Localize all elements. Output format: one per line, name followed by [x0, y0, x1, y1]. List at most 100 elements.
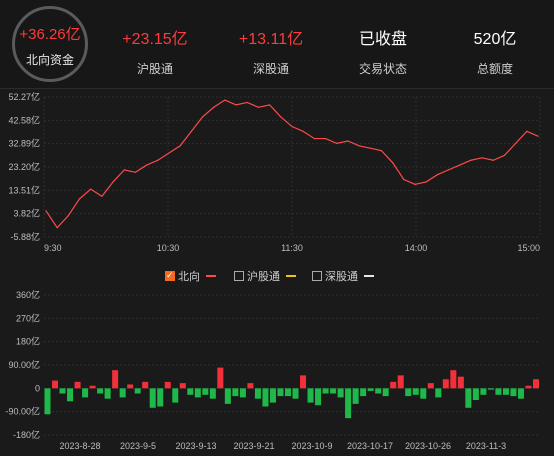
- data-point: [157, 159, 159, 161]
- y-tick-label: 180亿: [16, 336, 40, 347]
- data-point: [481, 157, 483, 159]
- data-point: [45, 210, 47, 212]
- data-point: [213, 106, 215, 108]
- stat-total-quota: 520亿 总额度: [440, 30, 550, 77]
- data-point: [56, 227, 58, 229]
- data-point: [78, 198, 81, 200]
- x-tick-label: 15:00: [517, 243, 540, 253]
- x-tick-label: 11:30: [281, 243, 303, 253]
- legend-label: 沪股通: [247, 271, 280, 283]
- legend-item-northbound[interactable]: 北向: [165, 268, 216, 284]
- bar: [532, 379, 539, 389]
- x-tick-label: 14:00: [405, 243, 428, 253]
- data-point: [392, 162, 394, 164]
- bar: [217, 367, 224, 389]
- intraday-line-chart[interactable]: 52.27亿 42.58亿 32.89亿 23.20亿 13.51亿 3.82亿 -5.88…: [0, 89, 554, 259]
- data-point: [324, 137, 327, 140]
- x-tick-label: 10:30: [157, 243, 180, 253]
- bar: [315, 388, 322, 406]
- data-point: [179, 145, 181, 147]
- data-point: [168, 152, 170, 154]
- stat-value: 已收盘: [358, 31, 407, 48]
- stat-value: +23.15亿: [122, 31, 188, 48]
- data-point: [146, 164, 148, 166]
- bar: [284, 388, 291, 397]
- bar: [322, 388, 329, 394]
- data-point: [123, 169, 125, 171]
- x-tick-label: 2023-8-28: [59, 441, 100, 451]
- data-point: [403, 178, 405, 181]
- bar: [194, 388, 201, 398]
- bar: [224, 388, 231, 404]
- bar: [495, 388, 502, 395]
- data-point: [425, 181, 427, 183]
- bar: [82, 388, 89, 398]
- x-tick-label: 9:30: [44, 243, 62, 253]
- total-northbound-circle[interactable]: +36.26亿 北向资金: [12, 6, 88, 82]
- data-point: [336, 142, 338, 144]
- bar: [202, 388, 209, 395]
- data-point: [447, 169, 450, 171]
- data-point: [224, 99, 226, 101]
- bar: [420, 388, 427, 399]
- data-point: [134, 171, 137, 173]
- bar: [97, 388, 104, 394]
- y-tick-label: 42.58亿: [8, 114, 40, 125]
- bar: [510, 388, 517, 397]
- bar: [209, 388, 216, 399]
- bar: [405, 388, 412, 397]
- y-tick-label: 52.27亿: [8, 91, 40, 102]
- bar: [390, 381, 397, 389]
- bar: [427, 383, 434, 389]
- bar: [134, 388, 141, 394]
- data-point: [492, 159, 494, 161]
- y-tick-label: 90.00亿: [8, 359, 40, 370]
- bar: [74, 381, 81, 389]
- y-tick-label: -5.88亿: [10, 231, 40, 242]
- checkbox-checked-icon[interactable]: [165, 270, 175, 281]
- bar: [367, 388, 374, 391]
- summary-header: +36.26亿 北向资金 +23.15亿 沪股通 +13.11亿 深股通 已收盘…: [0, 0, 554, 88]
- legend-item-shanghai[interactable]: 沪股通: [234, 268, 296, 284]
- bar: [187, 388, 194, 395]
- bar: [254, 388, 261, 399]
- stat-value: +13.11亿: [238, 31, 304, 48]
- y-tick-label: 3.82亿: [13, 208, 40, 219]
- bar: [345, 388, 352, 419]
- bar: [149, 388, 156, 408]
- data-point: [358, 145, 360, 147]
- y-tick-label: -180亿: [13, 429, 40, 440]
- legend-item-shenzhen[interactable]: 深股通: [312, 268, 374, 284]
- bar: [300, 375, 307, 389]
- checkbox-icon[interactable]: [312, 271, 322, 281]
- data-point: [302, 130, 304, 132]
- bar: [44, 388, 51, 415]
- data-point: [67, 215, 69, 217]
- bar: [277, 388, 284, 397]
- data-point: [459, 164, 461, 166]
- bar: [382, 388, 389, 397]
- bar: [360, 388, 367, 397]
- data-point: [101, 195, 103, 197]
- data-point: [369, 147, 371, 149]
- data-point: [280, 116, 282, 118]
- stat-value: 520亿: [473, 31, 517, 48]
- bar: [457, 376, 464, 389]
- y-tick-label: 13.51亿: [8, 184, 40, 195]
- y-tick-label: 23.20亿: [8, 161, 40, 172]
- daily-bar-chart[interactable]: 360亿 270亿 180亿 90.00亿 0 -90.00亿 -180亿 2023-8-28…: [0, 288, 554, 456]
- bar: [292, 388, 299, 399]
- bar: [375, 388, 382, 394]
- y-tick-label: 270亿: [16, 312, 40, 323]
- checkbox-icon[interactable]: [234, 271, 244, 281]
- data-point: [436, 174, 438, 176]
- bar: [89, 385, 96, 389]
- bar: [337, 388, 344, 398]
- bar: [104, 388, 111, 399]
- data-point: [257, 106, 260, 108]
- data-point: [526, 130, 528, 132]
- bar: [502, 388, 509, 395]
- bar: [465, 388, 472, 408]
- bar: [262, 388, 269, 407]
- stat-trade-status: 已收盘 交易状态: [328, 30, 438, 77]
